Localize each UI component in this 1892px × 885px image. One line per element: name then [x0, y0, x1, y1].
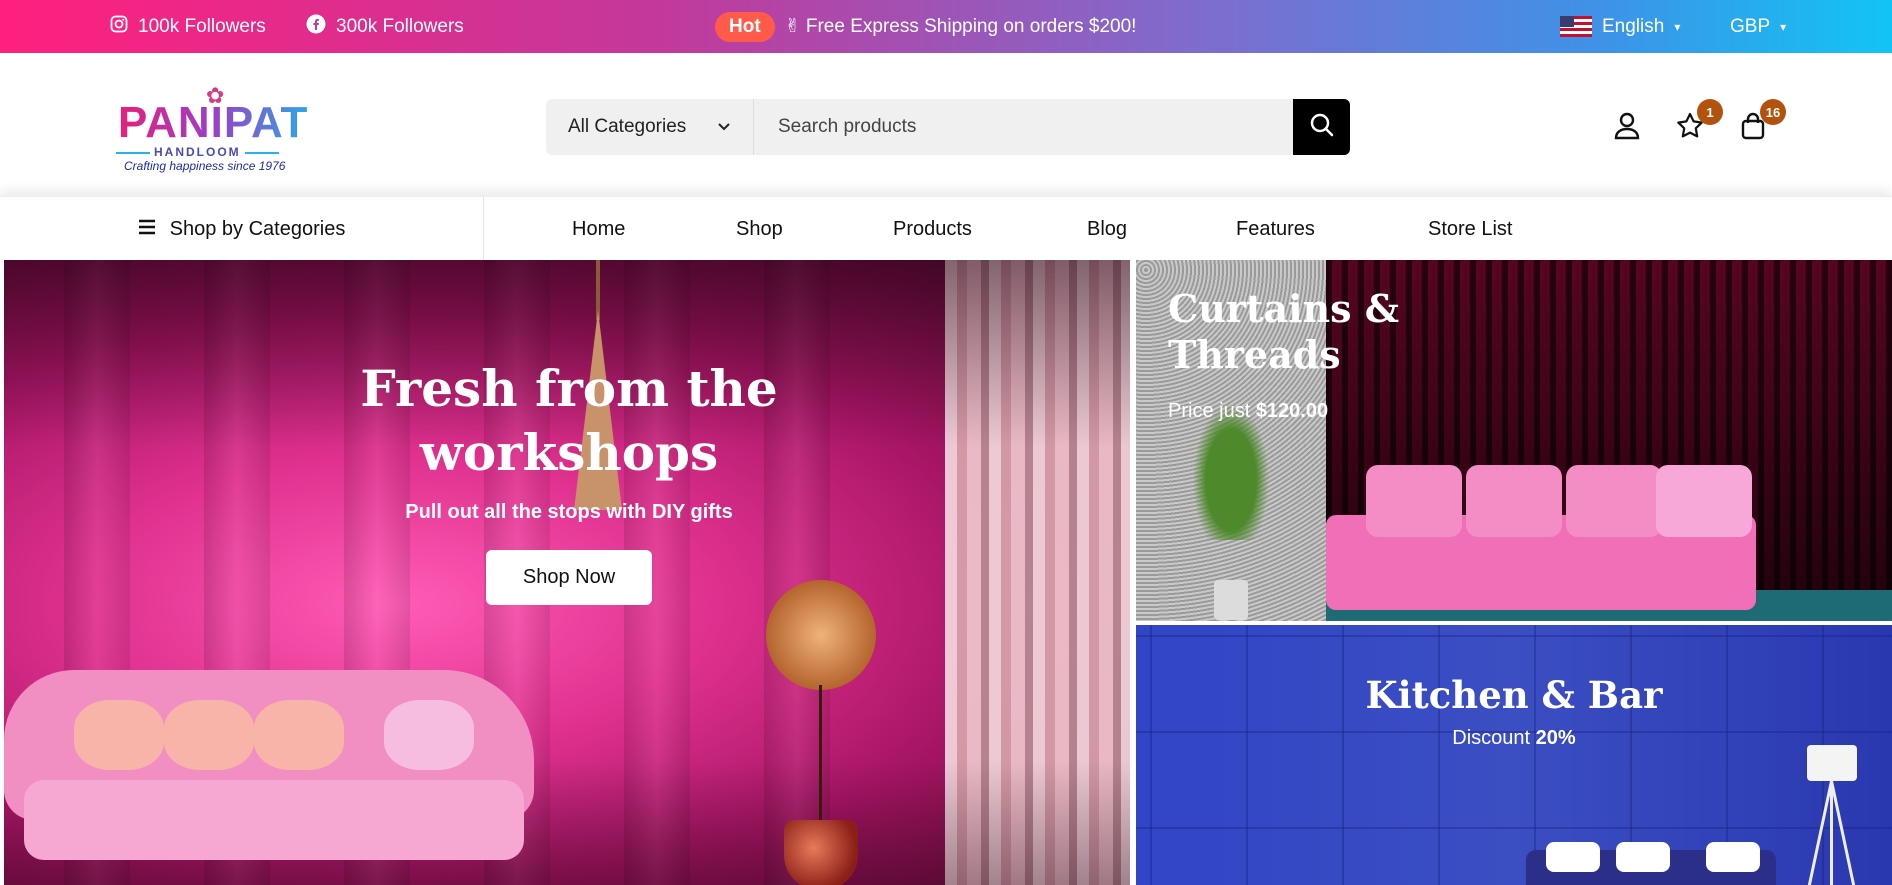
facebook-followers-text: 300k Followers [336, 15, 464, 37]
top-bar: 100k Followers 300k Followers Hot ✌ Free… [0, 0, 1892, 53]
search-bar: All Categories [546, 99, 1350, 155]
curtains-banner-title: Curtains & Threads [1168, 286, 1400, 377]
main-navigation: Shop by Categories Home Shop Products Bl… [0, 196, 1892, 261]
wishlist-count-badge: 1 [1697, 99, 1723, 125]
wishlist-button[interactable]: 1 [1673, 99, 1723, 145]
facebook-link[interactable]: 300k Followers [306, 0, 464, 53]
potted-plant-image [1186, 390, 1276, 620]
logo-name: PANIPAT [118, 98, 309, 147]
category-select[interactable]: All Categories [546, 99, 754, 155]
facebook-icon [306, 14, 326, 40]
logo-tagline: Crafting happiness since 1976 [124, 159, 286, 173]
price-value: $120.00 [1255, 400, 1329, 422]
kitchen-banner-title: Kitchen & Bar [1365, 673, 1663, 717]
cart-count-badge: 16 [1760, 99, 1786, 125]
user-icon [1614, 112, 1640, 145]
chevron-down-icon [717, 116, 731, 138]
search-icon [1309, 112, 1335, 143]
currency-selector[interactable]: GBP ▾ [1730, 0, 1786, 53]
blue-sofa-image [1526, 842, 1776, 885]
nav-link-features[interactable]: Features [1236, 197, 1315, 261]
hot-badge: Hot [715, 11, 775, 42]
search-input[interactable] [754, 99, 1293, 155]
site-header: ✿ PANIPAT HANDLOOM Crafting happiness si… [0, 53, 1892, 196]
nav-link-blog[interactable]: Blog [1087, 197, 1127, 261]
search-button[interactable] [1293, 99, 1350, 155]
account-button[interactable] [1610, 111, 1644, 145]
category-select-label: All Categories [568, 116, 687, 137]
nav-link-store-list[interactable]: Store List [1428, 197, 1512, 261]
kitchen-bar-banner[interactable]: Kitchen & Bar Discount 20% [1136, 625, 1892, 885]
site-logo[interactable]: ✿ PANIPAT HANDLOOM Crafting happiness si… [118, 83, 318, 173]
shop-by-categories-button[interactable]: Shop by Categories [0, 197, 484, 261]
language-selector[interactable]: English ▾ [1560, 0, 1680, 53]
curtains-banner[interactable]: Curtains & Threads Price just $120.00 [1136, 260, 1892, 621]
hero-title: Fresh from the workshops [360, 359, 778, 482]
shop-now-button[interactable]: Shop Now [485, 550, 653, 605]
chevron-down-icon: ▾ [1674, 19, 1681, 34]
menu-icon [138, 218, 156, 241]
instagram-icon [110, 15, 128, 39]
currency-label: GBP [1730, 15, 1771, 37]
shop-by-categories-label: Shop by Categories [169, 217, 346, 240]
language-label: English [1602, 15, 1665, 37]
curtains-banner-price: Price just $120.00 [1168, 400, 1329, 422]
kitchen-banner-discount: Discount 20% [1452, 727, 1576, 749]
nav-link-home[interactable]: Home [572, 197, 625, 261]
pink-sofa-image [1326, 465, 1756, 615]
sofa-image [4, 670, 534, 885]
floor-lamp-image [1802, 745, 1862, 885]
chevron-down-icon: ▾ [1780, 19, 1787, 34]
logo-sub: HANDLOOM [154, 145, 283, 159]
nav-link-shop[interactable]: Shop [736, 197, 783, 261]
kitchen-banner-content: Kitchen & Bar Discount 20% [1136, 673, 1892, 750]
hero-subtitle: Pull out all the stops with DIY gifts [405, 501, 733, 523]
instagram-link[interactable]: 100k Followers [110, 0, 266, 53]
us-flag-icon [1560, 16, 1592, 37]
promo-text: ✌ Free Express Shipping on orders $200! [784, 16, 1137, 37]
hero-content: Fresh from the workshops Pull out all th… [274, 357, 864, 605]
paneled-wall-image [1136, 625, 1892, 885]
promo-message: Hot ✌ Free Express Shipping on orders $2… [715, 0, 1136, 53]
decor-plant-image [756, 580, 886, 885]
cart-button[interactable]: 16 [1736, 99, 1786, 145]
curtains-banner-content: Curtains & Threads Price just $120.00 [1168, 286, 1408, 423]
discount-value: 20% [1535, 727, 1576, 749]
hero-banner[interactable]: Fresh from the workshops Pull out all th… [4, 260, 1130, 885]
instagram-followers-text: 100k Followers [138, 15, 266, 37]
nav-link-products[interactable]: Products [893, 197, 972, 261]
